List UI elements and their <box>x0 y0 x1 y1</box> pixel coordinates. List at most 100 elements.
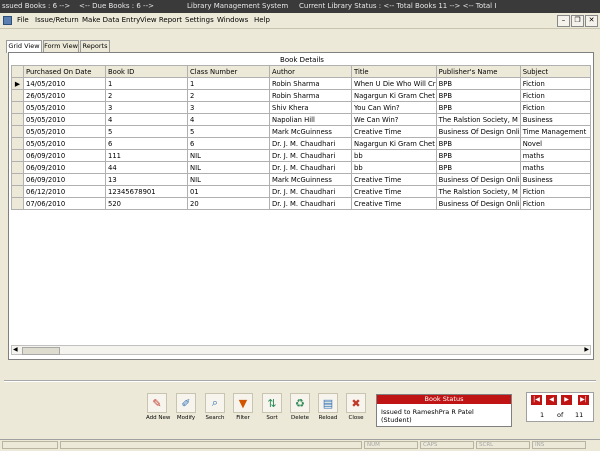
add-new-button[interactable]: ✎ Add New <box>146 393 170 421</box>
table-row[interactable]: 06/12/2010 12345678901 01 Dr. J. M. Chaudha… <box>11 185 591 198</box>
last-record-icon[interactable]: ▶| <box>578 395 589 405</box>
cell-class-number[interactable]: 20 <box>187 197 270 210</box>
cell-author[interactable]: Mark McGuinness <box>269 125 352 138</box>
menu-file[interactable]: File <box>17 16 29 24</box>
scroll-right-icon[interactable]: ▶ <box>584 346 589 353</box>
cell-class-number[interactable]: 01 <box>187 185 270 198</box>
cell-author[interactable]: Dr. J. M. Chaudhari <box>269 149 352 162</box>
cell-purchased-on-date[interactable]: 07/06/2010 <box>23 197 106 210</box>
cell-publishers-name[interactable]: The Ralstion Society, M <box>435 113 521 126</box>
cell-book-id[interactable]: 111 <box>105 149 188 162</box>
row-selector[interactable] <box>11 125 24 138</box>
table-row[interactable]: 06/09/2010 44 NIL Dr. J. M. Chaudhari bb BPB m… <box>11 161 591 174</box>
cell-title[interactable]: When U Die Who Will Cr <box>351 77 437 90</box>
cell-subject[interactable]: Novel <box>519 137 591 150</box>
menu-issue-return[interactable]: Issue/Return <box>35 16 79 24</box>
cell-purchased-on-date[interactable]: 05/05/2010 <box>23 137 106 150</box>
sort-button[interactable]: ⇅ Sort <box>261 393 283 421</box>
cell-title[interactable]: We Can Win? <box>351 113 437 126</box>
cell-author[interactable]: Dr. J. M. Chaudhari <box>269 197 352 210</box>
cell-title[interactable]: Creative Time <box>351 125 437 138</box>
cell-class-number[interactable]: 5 <box>187 125 270 138</box>
table-row[interactable]: ▶ 14/05/2010 1 1 Robin Sharma When U Die Who … <box>11 77 591 90</box>
cell-author[interactable]: Dr. J. M. Chaudhari <box>269 185 352 198</box>
row-selector[interactable] <box>11 161 24 174</box>
cell-publishers-name[interactable]: BPB <box>435 137 521 150</box>
row-selector[interactable] <box>11 185 24 198</box>
tab-reports[interactable]: Reports <box>80 40 110 52</box>
menu-help[interactable]: Help <box>254 16 270 24</box>
cell-author[interactable]: Mark McGuinness <box>269 173 352 186</box>
filter-button[interactable]: ▼ Filter <box>232 393 254 421</box>
app-icon[interactable] <box>3 16 12 25</box>
cell-book-id[interactable]: 6 <box>105 137 188 150</box>
cell-class-number[interactable]: 4 <box>187 113 270 126</box>
cell-publishers-name[interactable]: BPB <box>435 149 521 162</box>
horizontal-scrollbar[interactable]: ◀ ▶ <box>11 345 591 355</box>
scroll-left-icon[interactable]: ◀ <box>13 346 18 353</box>
cell-author[interactable]: Shiv Khera <box>269 101 352 114</box>
menu-settings[interactable]: Settings <box>185 16 214 24</box>
cell-subject[interactable]: Business <box>519 173 591 186</box>
cell-purchased-on-date[interactable]: 05/05/2010 <box>23 101 106 114</box>
cell-author[interactable]: Dr. J. M. Chaudhari <box>269 161 352 174</box>
close-button[interactable]: ✖ Close <box>345 393 367 421</box>
row-selector[interactable] <box>11 89 24 102</box>
cell-author[interactable]: Napolian Hill <box>269 113 352 126</box>
cell-subject[interactable]: Fiction <box>519 89 591 102</box>
cell-class-number[interactable]: 6 <box>187 137 270 150</box>
cell-book-id[interactable]: 4 <box>105 113 188 126</box>
reload-button[interactable]: ▤ Reload <box>317 393 339 421</box>
table-row[interactable]: 05/05/2010 5 5 Mark McGuinness Creative Time… <box>11 125 591 138</box>
cell-title[interactable]: You Can Win? <box>351 101 437 114</box>
row-selector[interactable]: ▶ <box>11 77 24 90</box>
table-row[interactable]: 06/09/2010 13 NIL Mark McGuinness Creative T… <box>11 173 591 186</box>
row-selector[interactable] <box>11 101 24 114</box>
table-row[interactable]: 05/05/2010 3 3 Shiv Khera You Can Win? BPB Fic… <box>11 101 591 114</box>
column-header-title[interactable]: Title <box>351 65 437 78</box>
scroll-thumb[interactable] <box>22 347 60 355</box>
cell-book-id[interactable]: 3 <box>105 101 188 114</box>
column-header-book-id[interactable]: Book ID <box>105 65 188 78</box>
cell-book-id[interactable]: 12345678901 <box>105 185 188 198</box>
column-header-class-number[interactable]: Class Number <box>187 65 270 78</box>
cell-publishers-name[interactable]: BPB <box>435 161 521 174</box>
cell-title[interactable]: Nagargun Ki Gram Chet <box>351 89 437 102</box>
cell-author[interactable]: Robin Sharma <box>269 89 352 102</box>
cell-title[interactable]: bb <box>351 161 437 174</box>
cell-purchased-on-date[interactable]: 06/09/2010 <box>23 161 106 174</box>
table-row[interactable]: 26/05/2010 2 2 Robin Sharma Nagargun Ki Gram… <box>11 89 591 102</box>
search-button[interactable]: ⌕ Search <box>204 393 226 421</box>
cell-book-id[interactable]: 2 <box>105 89 188 102</box>
cell-publishers-name[interactable]: Business Of Design Onli <box>435 125 521 138</box>
cell-publishers-name[interactable]: BPB <box>435 77 521 90</box>
table-row[interactable]: 07/06/2010 520 20 Dr. J. M. Chaudhari Creati… <box>11 197 591 210</box>
cell-book-id[interactable]: 520 <box>105 197 188 210</box>
cell-purchased-on-date[interactable]: 06/12/2010 <box>23 185 106 198</box>
cell-subject[interactable]: Fiction <box>519 197 591 210</box>
table-row[interactable]: 05/05/2010 4 4 Napolian Hill We Can Win? The … <box>11 113 591 126</box>
row-selector[interactable] <box>11 113 24 126</box>
cell-publishers-name[interactable]: The Ralstion Society, M <box>435 185 521 198</box>
column-header-publishers-name[interactable]: Publisher's Name <box>435 65 521 78</box>
cell-title[interactable]: Creative Time <box>351 173 437 186</box>
restore-icon[interactable]: ❐ <box>571 15 584 27</box>
row-selector[interactable] <box>11 173 24 186</box>
cell-purchased-on-date[interactable]: 26/05/2010 <box>23 89 106 102</box>
cell-purchased-on-date[interactable]: 05/05/2010 <box>23 125 106 138</box>
cell-book-id[interactable]: 44 <box>105 161 188 174</box>
cell-author[interactable]: Dr. J. M. Chaudhari <box>269 137 352 150</box>
table-row[interactable]: 06/09/2010 111 NIL Dr. J. M. Chaudhari bb BPB… <box>11 149 591 162</box>
cell-title[interactable]: Creative Time <box>351 197 437 210</box>
cell-class-number[interactable]: 2 <box>187 89 270 102</box>
cell-class-number[interactable]: 1 <box>187 77 270 90</box>
close-window-icon[interactable]: ✕ <box>585 15 598 27</box>
cell-purchased-on-date[interactable]: 05/05/2010 <box>23 113 106 126</box>
cell-publishers-name[interactable]: BPB <box>435 101 521 114</box>
cell-subject[interactable]: Time Management <box>519 125 591 138</box>
first-record-icon[interactable]: |◀ <box>531 395 542 405</box>
cell-book-id[interactable]: 1 <box>105 77 188 90</box>
cell-class-number[interactable]: NIL <box>187 149 270 162</box>
cell-subject[interactable]: Fiction <box>519 101 591 114</box>
column-header-subject[interactable]: Subject <box>519 65 591 78</box>
